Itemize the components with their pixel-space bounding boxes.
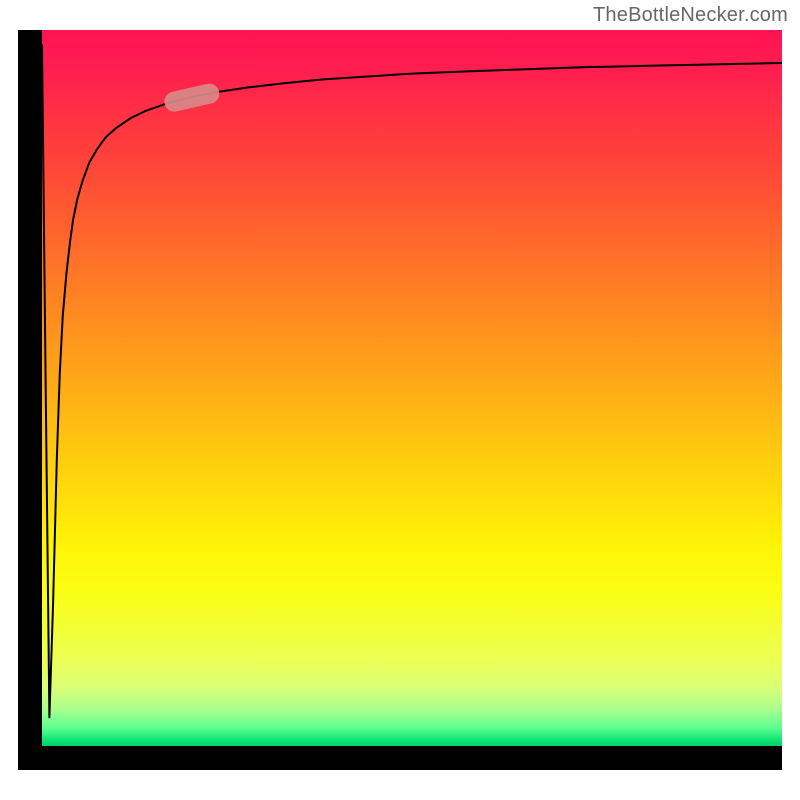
x-axis (18, 746, 782, 770)
bottleneck-curve (42, 44, 782, 717)
chart-container (18, 30, 782, 770)
marker-pill (162, 82, 221, 114)
chart-svg (42, 30, 782, 746)
y-axis (18, 30, 42, 746)
plot-area (42, 30, 782, 746)
watermark-text: TheBottleNecker.com (593, 4, 788, 27)
